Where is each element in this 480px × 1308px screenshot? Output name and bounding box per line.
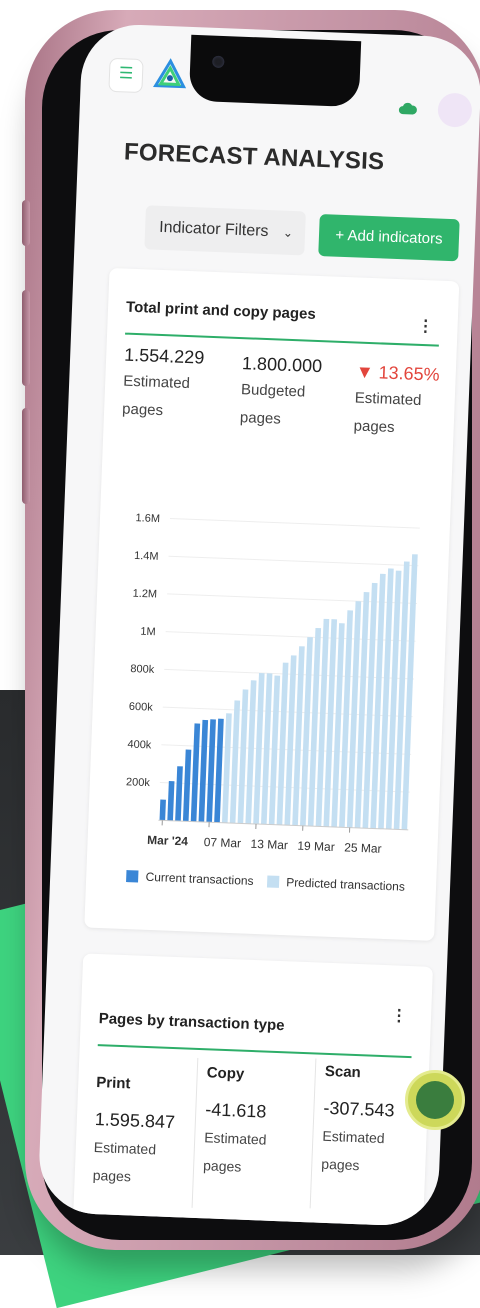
- metric-label-1: Estimated: [123, 370, 204, 397]
- bar-current: [206, 719, 216, 822]
- grid-line: [169, 556, 419, 566]
- metric-label-2: pages: [239, 406, 320, 433]
- legend-swatch-current: [126, 870, 138, 882]
- print-column: Print 1.595.847 Estimated pages: [92, 1074, 206, 1190]
- column-label-2: pages: [321, 1153, 432, 1179]
- bar-current: [214, 719, 224, 823]
- forecast-bar-chart: 200k 400k 600k 800k 1M 1.2M 1.4M 1.6M Mar '24 07 …: [95, 498, 439, 870]
- metric-label-1: Estimated: [354, 386, 439, 413]
- bar-current: [160, 800, 166, 821]
- bar-predicted: [222, 713, 232, 823]
- kebab-menu-icon[interactable]: ⋮: [417, 316, 434, 337]
- y-tick-label: 1.6M: [135, 512, 160, 525]
- x-tick-label: 19 Mar: [297, 839, 335, 854]
- metric-value: 1.800.000: [242, 353, 323, 377]
- x-tick-label: 07 Mar: [203, 835, 241, 850]
- indicator-filters-label: Indicator Filters: [159, 219, 269, 240]
- page-title: FORECAST ANALYSIS: [124, 138, 385, 176]
- legend-current[interactable]: Current transactions: [126, 869, 257, 888]
- x-tick-label: 13 Mar: [250, 837, 288, 852]
- card-divider: [125, 333, 439, 347]
- x-tick-label: Mar '24: [147, 833, 189, 849]
- chart-legend: Current transactions Predicted transacti…: [126, 869, 415, 894]
- y-tick-label: 1.2M: [132, 588, 157, 601]
- metric-percent: 13.65%: [378, 362, 440, 384]
- metric-budgeted: 1.800.000 Budgeted pages: [239, 353, 322, 433]
- metric-estimated: 1.554.229 Estimated pages: [122, 345, 205, 425]
- transaction-type-card: Pages by transaction type ⋮ Print 1.595.…: [72, 953, 433, 1227]
- y-tick-label: 800k: [130, 663, 155, 676]
- bar-current: [175, 766, 183, 821]
- legend-predicted-label: Predicted transactions: [286, 875, 405, 894]
- kebab-menu-icon[interactable]: ⋮: [391, 1005, 408, 1026]
- copy-column: Copy -41.618 Estimated pages: [203, 1064, 317, 1180]
- column-label-2: pages: [92, 1164, 203, 1190]
- metric-label-1: Budgeted: [241, 378, 322, 405]
- column-head: Print: [96, 1074, 207, 1095]
- bar-current: [183, 750, 191, 822]
- card-divider: [98, 1044, 412, 1058]
- legend-swatch-predicted: [267, 875, 279, 887]
- hamburger-icon[interactable]: ☰: [108, 58, 143, 93]
- y-tick-label: 1M: [140, 626, 156, 639]
- phone-notch: [189, 35, 361, 107]
- add-indicators-button[interactable]: + Add indicators: [318, 214, 460, 261]
- y-tick-label: 400k: [127, 739, 152, 752]
- avatar[interactable]: [437, 92, 472, 127]
- metric-label-2: pages: [353, 414, 438, 441]
- support-chat-button[interactable]: [405, 1070, 465, 1130]
- y-tick-label: 1.4M: [134, 550, 159, 563]
- x-tick-label: 25 Mar: [344, 840, 382, 855]
- metric-value: ▼ 13.65%: [355, 361, 440, 385]
- metric-difference: ▼ 13.65% Estimated pages: [353, 361, 440, 441]
- indicator-filters-button[interactable]: Indicator Filters ⌄: [144, 205, 306, 255]
- y-tick-label: 200k: [126, 776, 151, 789]
- print-copy-card: Total print and copy pages ⋮ 1.554.229 E…: [84, 268, 459, 941]
- headset-agent-icon: [416, 1081, 454, 1119]
- plus-icon: +: [335, 227, 348, 244]
- app-screen: ☰ FORECAST ANALYSIS Indicator Filters ⌄ …: [37, 23, 480, 1227]
- add-indicators-label: Add indicators: [347, 227, 443, 248]
- app-logo: [152, 58, 187, 93]
- cloud-icon: [398, 101, 419, 116]
- card-title: Total print and copy pages: [126, 299, 316, 323]
- bar-current: [191, 723, 200, 821]
- bar-current: [167, 781, 174, 821]
- column-value: -41.618: [205, 1099, 316, 1124]
- column-label-1: Estimated: [322, 1125, 433, 1151]
- chevron-down-icon: ⌄: [283, 226, 294, 240]
- grid-line: [170, 518, 420, 528]
- card-title: Pages by transaction type: [98, 1010, 284, 1034]
- column-label-1: Estimated: [93, 1136, 204, 1162]
- trend-down-icon: ▼: [355, 361, 379, 382]
- bar-current: [199, 720, 209, 822]
- column-value: 1.595.847: [94, 1109, 205, 1134]
- y-tick-label: 600k: [129, 701, 154, 714]
- legend-current-label: Current transactions: [145, 870, 254, 888]
- front-camera: [212, 56, 224, 68]
- metric-label-2: pages: [122, 398, 203, 425]
- metric-value: 1.554.229: [124, 345, 205, 369]
- column-head: Copy: [206, 1064, 317, 1085]
- column-label-2: pages: [203, 1154, 314, 1180]
- legend-predicted[interactable]: Predicted transactions: [267, 874, 406, 893]
- column-label-1: Estimated: [204, 1126, 315, 1152]
